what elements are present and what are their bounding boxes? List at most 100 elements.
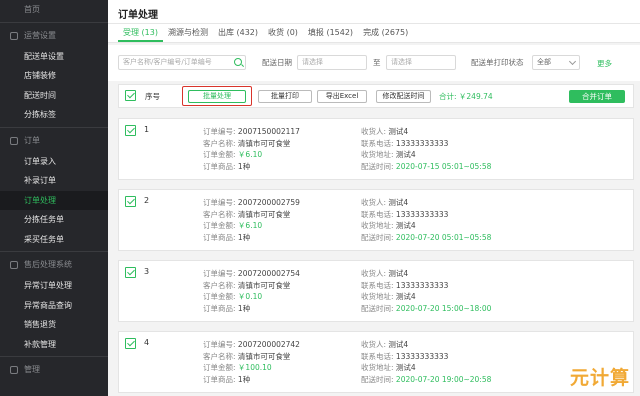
order-right-info: 收货人: 测试4 联系电话: 13333333333 收货地址: 测试4 配送时… — [361, 339, 491, 385]
sidebar-section-orders[interactable]: 订单 — [0, 130, 108, 152]
search-placeholder: 客户名称/客户编号/订单编号 — [123, 58, 212, 66]
goods-label: 订单商品: — [203, 303, 236, 313]
order-seq: 2 — [144, 196, 150, 205]
order-icon — [10, 136, 18, 145]
sidebar-divider — [0, 251, 108, 252]
delivery-time-label: 配送时间: — [361, 303, 394, 313]
tab-accept[interactable]: 受理 (13) — [118, 24, 163, 42]
merge-orders-button[interactable]: 合并订单 — [569, 90, 625, 103]
sidebar-section-label: 订单 — [24, 135, 40, 145]
order-no-label: 订单编号: — [203, 198, 236, 207]
goods-label: 订单商品: — [203, 232, 236, 242]
order-seq: 4 — [144, 338, 150, 347]
tab-complete[interactable]: 完成 (2675) — [358, 24, 413, 42]
sidebar-section-ops[interactable]: 运营设置 — [0, 25, 108, 47]
order-seq: 1 — [144, 125, 150, 134]
customer-label: 客户名称: — [203, 351, 236, 361]
phone-label: 联系电话: — [361, 280, 394, 290]
order-right-info: 收货人: 测试4 联系电话: 13333333333 收货地址: 测试4 配送时… — [361, 197, 491, 243]
delivery-time-value: 2020-07-15 05:01~05:58 — [395, 161, 492, 171]
address-value: 测试4 — [395, 363, 416, 372]
address-label: 收货地址: — [361, 363, 394, 372]
receiver-value: 测试4 — [388, 269, 409, 278]
more-link[interactable]: 更多 — [597, 58, 612, 69]
sidebar-item-home[interactable]: 首页 — [0, 0, 108, 20]
address-label: 收货地址: — [361, 150, 394, 159]
customer-value: 清镇市可可食堂 — [237, 351, 291, 361]
delivery-time-label: 配送时间: — [361, 161, 394, 171]
sidebar-item-delivery-time[interactable]: 配送时间 — [0, 86, 108, 106]
sidebar-item-sort-tags[interactable]: 分拣标签 — [0, 105, 108, 125]
delivery-time-value: 2020-07-20 05:01~05:58 — [395, 232, 492, 242]
date-to-field[interactable]: 请选择 — [386, 55, 456, 70]
amount-label: 订单金额: — [203, 292, 236, 301]
address-value: 测试4 — [395, 221, 416, 230]
sidebar-section-aftersales[interactable]: 售后处理系统 — [0, 254, 108, 276]
order-checkbox[interactable] — [125, 267, 136, 278]
batch-process-button[interactable]: 批量处理 — [188, 90, 246, 103]
phone-label: 联系电话: — [361, 138, 394, 148]
delivery-time-label: 配送时间: — [361, 232, 394, 242]
sidebar-item-abnormal-orders[interactable]: 异常订单处理 — [0, 276, 108, 296]
customer-value: 清镇市可可食堂 — [237, 280, 291, 290]
phone-label: 联系电话: — [361, 209, 394, 219]
receiver-label: 收货人: — [361, 127, 387, 136]
receiver-value: 测试4 — [388, 340, 409, 349]
sidebar-item-order-entry[interactable]: 订单录入 — [0, 152, 108, 172]
search-input[interactable]: 客户名称/客户编号/订单编号 — [118, 55, 246, 70]
tab-outbound[interactable]: 出库 (432) — [213, 24, 263, 42]
order-checkbox[interactable] — [125, 338, 136, 349]
settings-icon — [10, 31, 18, 40]
order-checkbox[interactable] — [125, 196, 136, 207]
goods-value: 1种 — [237, 374, 251, 384]
tab-receive[interactable]: 收货 (0) — [263, 24, 303, 42]
order-no-value: 2007150002117 — [237, 127, 300, 136]
amount-value: ￥0.10 — [237, 292, 263, 301]
select-all-checkbox[interactable] — [125, 90, 136, 101]
modify-delivery-time-button[interactable]: 修改配送时间 — [376, 90, 431, 103]
order-checkbox[interactable] — [125, 125, 136, 136]
phone-value: 13333333333 — [395, 209, 449, 219]
sidebar-item-store-decor[interactable]: 店铺装修 — [0, 66, 108, 86]
management-icon — [10, 366, 18, 374]
sidebar-item-purchase-tasks[interactable]: 采买任务单 — [0, 230, 108, 250]
sidebar-section-label: 管理 — [24, 365, 40, 374]
goods-value: 1种 — [237, 161, 251, 171]
sidebar-item-sales-return[interactable]: 销售退货 — [0, 315, 108, 335]
order-no-label: 订单编号: — [203, 127, 236, 136]
amount-value: ￥6.10 — [237, 221, 263, 230]
tab-trace[interactable]: 溯源与检测 — [163, 24, 213, 42]
main-content: 订单处理 受理 (13) 溯源与检测 出库 (432) 收货 (0) 填报 (1… — [108, 0, 640, 396]
batch-print-button[interactable]: 批量打印 — [258, 90, 312, 103]
amount-value: ￥6.10 — [237, 150, 263, 159]
sidebar-item-sorting-tasks[interactable]: 分拣任务单 — [0, 210, 108, 230]
sidebar-item-order-processing[interactable]: 订单处理 — [0, 190, 108, 210]
sidebar-item-abnormal-goods[interactable]: 异常商品查询 — [0, 296, 108, 316]
address-value: 测试4 — [395, 292, 416, 301]
delivery-time-value: 2020-07-20 15:00~18:00 — [395, 303, 492, 313]
phone-value: 13333333333 — [395, 138, 449, 148]
order-no-value: 2007200002759 — [237, 198, 300, 207]
search-icon[interactable] — [234, 58, 242, 66]
receiver-label: 收货人: — [361, 340, 387, 349]
sidebar-divider — [0, 126, 108, 128]
print-status-select[interactable]: 全部 — [532, 55, 580, 70]
address-value: 测试4 — [395, 150, 416, 159]
sidebar-item-supplement-order[interactable]: 补录订单 — [0, 171, 108, 191]
tab-report[interactable]: 填报 (1542) — [303, 24, 358, 42]
sidebar-divider — [0, 21, 108, 23]
sidebar-item-refund-management[interactable]: 补款管理 — [0, 335, 108, 355]
customer-label: 客户名称: — [203, 209, 236, 219]
sidebar-item-delivery-settings[interactable]: 配送单设置 — [0, 47, 108, 67]
sidebar-divider — [0, 356, 108, 357]
order-card: 1 订单编号: 2007150002117 客户名称: 清镇市可可食堂 订单金额… — [118, 118, 634, 180]
export-excel-button[interactable]: 导出Excel — [317, 90, 367, 103]
date-from-field[interactable]: 请选择 — [297, 55, 367, 70]
date-separator: 至 — [373, 58, 381, 67]
amount-label: 订单金额: — [203, 150, 236, 159]
sidebar-section-management[interactable]: 管理 — [0, 359, 108, 381]
phone-value: 13333333333 — [395, 351, 449, 361]
address-label: 收货地址: — [361, 292, 394, 301]
order-no-label: 订单编号: — [203, 340, 236, 349]
order-left-info: 订单编号: 2007200002742 客户名称: 清镇市可可食堂 订单金额: … — [203, 339, 300, 385]
